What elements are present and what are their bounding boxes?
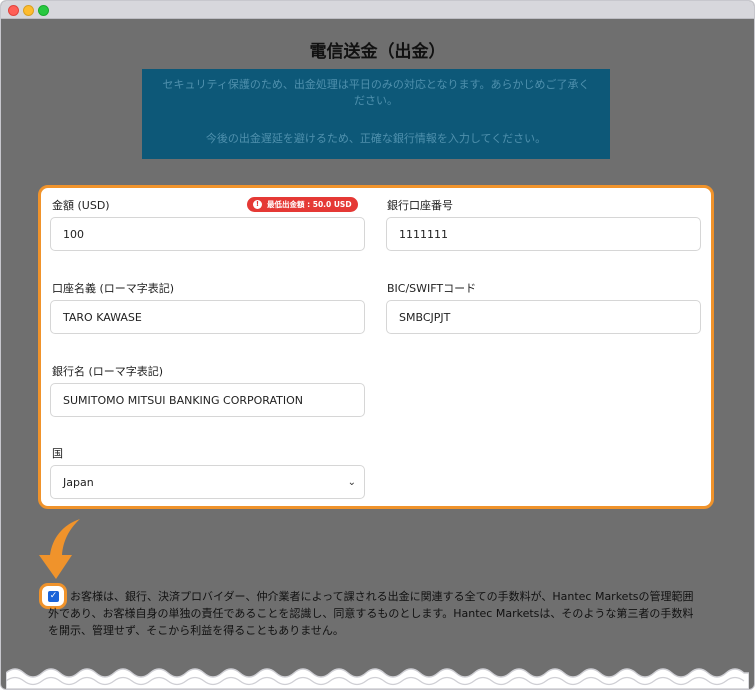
account-number-input[interactable]: 1111111 (386, 217, 701, 251)
bank-name-input[interactable]: SUMITOMO MITSUI BANKING CORPORATION (50, 383, 365, 417)
minimum-withdrawal-text: 最低出金額 : 50.0 USD (267, 200, 352, 209)
page-title: 電信送金（出金） (309, 42, 446, 62)
pointer-arrow-icon (39, 519, 80, 579)
bank-details-form: 金額 (USD) ! 最低出金額 : 50.0 USD 100 銀行口座番号 1… (38, 185, 714, 509)
notice-accuracy-text: 今後の出金遅延を避けるため、正確な銀行情報を入力してください。 (205, 132, 547, 145)
withdrawal-page: 電信送金（出金） セキュリティ保護のため、出金処理は平日のみの対応となります。あ… (6, 19, 749, 689)
amount-label: 金額 (USD) (52, 199, 110, 212)
page-cut-decoration (6, 668, 749, 689)
bank-name-label: 銀行名 (ローマ字表記) (52, 365, 164, 378)
info-icon: ! (253, 200, 262, 209)
consent-text: お客様は、銀行、決済プロバイダー、仲介業者によって課される出金に関連する全ての手… (48, 588, 703, 639)
notice-banner: セキュリティ保護のため、出金処理は平日のみの対応となります。あらかじめご了承くだ… (142, 69, 610, 159)
country-selected-value: Japan (63, 476, 94, 489)
account-name-input[interactable]: TARO KAWASE (50, 300, 365, 334)
amount-input[interactable]: 100 (50, 217, 365, 251)
minimize-window-button[interactable] (23, 5, 34, 16)
minimum-withdrawal-badge: ! 最低出金額 : 50.0 USD (247, 197, 358, 212)
notice-weekday-text: セキュリティ保護のため、出金処理は平日のみの対応となります。あらかじめご了承くだ… (162, 78, 590, 107)
country-label: 国 (52, 447, 63, 460)
browser-window: 電信送金（出金） セキュリティ保護のため、出金処理は平日のみの対応となります。あ… (0, 0, 755, 690)
chevron-down-icon: ⌄ (347, 477, 356, 488)
country-select[interactable]: Japan ⌄ (50, 465, 365, 499)
consent-statement: お客様は、銀行、決済プロバイダー、仲介業者によって課される出金に関連する全ての手… (48, 590, 694, 637)
swift-code-label: BIC/SWIFTコード (387, 282, 477, 295)
account-number-label: 銀行口座番号 (387, 199, 453, 212)
window-titlebar (1, 1, 754, 19)
swift-code-input[interactable]: SMBCJPJT (386, 300, 701, 334)
close-window-button[interactable] (8, 5, 19, 16)
maximize-window-button[interactable] (38, 5, 49, 16)
account-name-label: 口座名義 (ローマ字表記) (52, 282, 175, 295)
